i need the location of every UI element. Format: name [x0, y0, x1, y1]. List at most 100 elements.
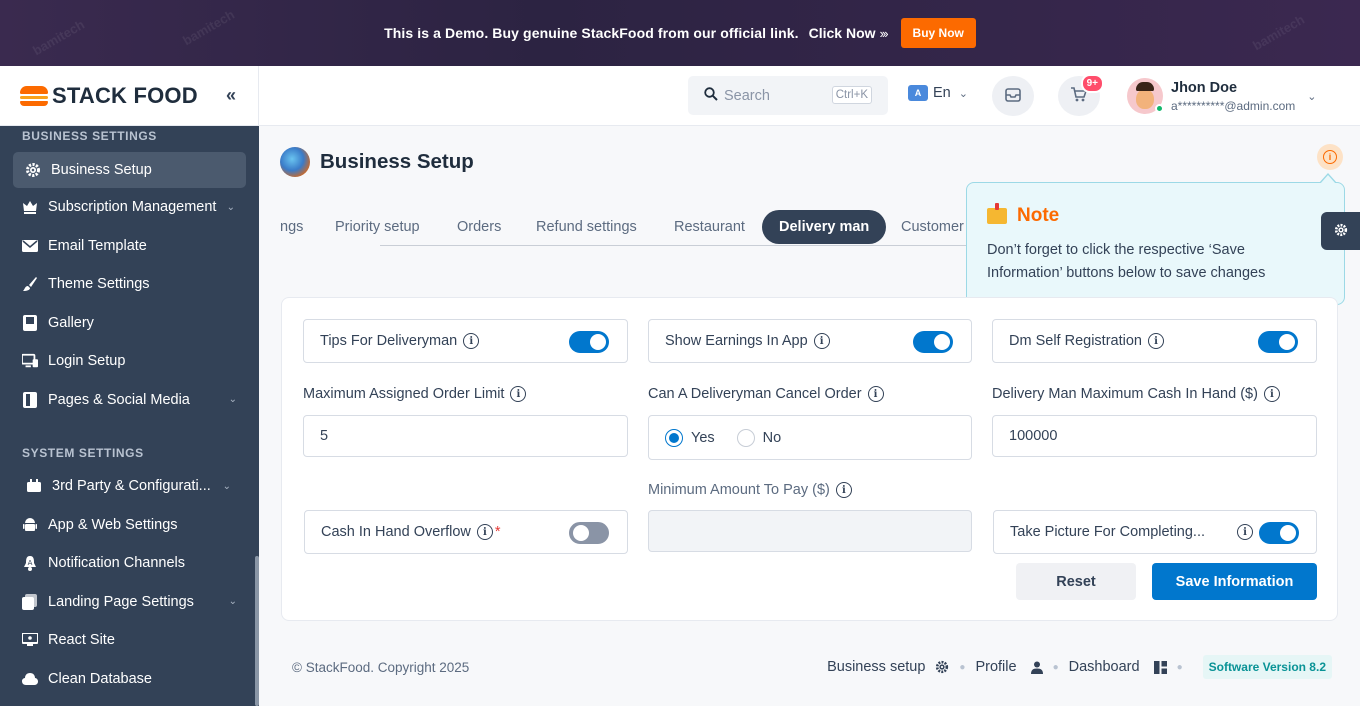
language-selector[interactable]: A En ⌄ — [908, 85, 968, 101]
tips-for-deliveryman-toggle[interactable] — [569, 331, 609, 353]
brand-name: STACK FOOD — [52, 82, 198, 108]
info-icon[interactable]: i — [476, 524, 493, 540]
cancel-no-radio[interactable]: No — [736, 428, 781, 447]
sidebar-item-notification-channels[interactable]: A Notification Channels — [0, 544, 259, 583]
info-icon[interactable]: i — [1147, 333, 1164, 349]
gear-icon — [1334, 223, 1348, 240]
sidebar-item-label: Login Setup — [48, 353, 126, 370]
sidebar-item-label: Subscription Management — [48, 199, 217, 216]
chevron-down-icon: ⌄ — [226, 201, 235, 213]
tab-refund-settings[interactable]: Refund settings — [536, 210, 637, 244]
field-label: Tips For Deliveryman — [320, 333, 458, 349]
sidebar-item-login-setup[interactable]: Login Setup — [0, 342, 259, 381]
sidebar-item-app-web-settings[interactable]: App & Web Settings — [0, 506, 259, 545]
sidebar-item-label: Landing Page Settings — [48, 593, 194, 610]
sidebar-item-clean-database[interactable]: Clean Database — [0, 660, 259, 699]
tab-settings-partial[interactable]: ngs — [280, 210, 303, 244]
page-title: Business Setup — [320, 150, 474, 173]
tab-delivery-man[interactable]: Delivery man — [762, 210, 887, 244]
info-icon[interactable]: i — [813, 333, 830, 349]
sidebar-item-react-site[interactable]: React Site — [0, 621, 259, 660]
footer-link-business-setup[interactable]: Business setup — [827, 659, 949, 675]
reset-button[interactable]: Reset — [1016, 563, 1136, 600]
take-picture-toggle[interactable] — [1259, 522, 1299, 544]
tab-restaurant[interactable]: Restaurant — [674, 210, 745, 244]
sidebar-item-business-setup[interactable]: Business Setup — [13, 152, 246, 188]
sidebar-item-label: Email Template — [48, 237, 147, 254]
dm-self-registration-toggle[interactable] — [1258, 331, 1298, 353]
brush-icon — [22, 276, 38, 292]
separator-dot: ● — [959, 661, 966, 673]
tab-orders[interactable]: Orders — [457, 210, 501, 244]
messages-button[interactable] — [992, 76, 1034, 116]
tabs-scroll-track[interactable] — [380, 245, 970, 246]
gear-icon — [935, 660, 949, 674]
cart-button[interactable]: 9+ — [1058, 74, 1104, 116]
cash-in-hand-input[interactable]: 100000 — [992, 415, 1317, 457]
sidebar-item-label: 3rd Party & Configurati... — [52, 478, 211, 495]
max-order-input[interactable]: 5 — [303, 415, 628, 457]
sidebar-item-label: App & Web Settings — [48, 516, 178, 533]
profile-menu[interactable]: Jhon Doe a**********@admin.com ⌄ — [1127, 78, 1316, 114]
note-toggle-button[interactable]: i — [1317, 144, 1343, 170]
settings-tabs: ngs Priority setup Orders Refund setting… — [280, 210, 970, 246]
settings-side-button[interactable] — [1321, 212, 1360, 250]
user-email: a**********@admin.com — [1171, 98, 1296, 113]
cancel-yes-radio[interactable]: Yes — [665, 428, 715, 447]
footer-link-profile[interactable]: Profile — [975, 659, 1043, 675]
email-icon — [22, 238, 38, 254]
sidebar-item-gallery[interactable]: Gallery — [0, 304, 259, 343]
banner-text: This is a Demo. Buy genuine StackFood fr… — [384, 25, 799, 41]
cancel-order-label: Can A Deliveryman Cancel Order i — [648, 386, 884, 402]
info-icon[interactable]: i — [835, 482, 852, 498]
info-icon[interactable]: i — [1263, 386, 1280, 402]
chevron-down-icon: ⌄ — [1307, 90, 1317, 103]
message-icon — [1005, 87, 1021, 105]
software-version-badge: Software Version 8.2 — [1202, 655, 1332, 679]
footer-link-dashboard[interactable]: Dashboard — [1069, 659, 1167, 675]
copyright: © StackFood. Copyright 2025 — [292, 659, 470, 675]
radio-unchecked-icon — [736, 428, 755, 447]
cash-in-hand-label: Delivery Man Maximum Cash In Hand ($) i — [992, 386, 1280, 402]
field-label: Dm Self Registration — [1009, 333, 1142, 349]
sidebar-scrollbar[interactable] — [255, 556, 259, 706]
react-icon — [22, 632, 38, 648]
plugin-icon — [26, 478, 42, 494]
tab-priority-setup[interactable]: Priority setup — [335, 210, 420, 244]
tab-customer[interactable]: Customer — [901, 210, 964, 244]
user-name: Jhon Doe — [1171, 79, 1238, 96]
footer-link-label: Dashboard — [1068, 659, 1140, 675]
sidebar-item-landing-page-settings[interactable]: Landing Page Settings ⌄ — [0, 583, 259, 622]
info-icon[interactable]: i — [1237, 524, 1253, 540]
cart-badge: 9+ — [1080, 74, 1104, 93]
chevron-down-icon: ⌄ — [222, 480, 231, 492]
save-information-button[interactable]: Save Information — [1152, 563, 1317, 600]
info-icon[interactable]: i — [510, 386, 527, 402]
avatar — [1127, 78, 1164, 114]
translate-flag-icon: A — [908, 85, 928, 101]
footer-link-label: Profile — [975, 659, 1017, 675]
cancel-order-radio-group: Yes No — [648, 415, 972, 460]
cash-overflow-toggle[interactable] — [569, 522, 609, 544]
sidebar-item-email-template[interactable]: Email Template — [0, 227, 259, 266]
field-label: Take Picture For Completing... — [1010, 524, 1206, 540]
sidebar-item-third-party[interactable]: 3rd Party & Configurati... ⌄ — [0, 467, 259, 506]
info-icon[interactable]: i — [867, 386, 884, 402]
info-icon[interactable]: i — [463, 333, 480, 349]
min-pay-input[interactable] — [648, 510, 972, 552]
gallery-icon — [22, 314, 38, 331]
buy-now-button[interactable]: Buy Now — [900, 18, 976, 48]
sidebar-item-pages-social-media[interactable]: Pages & Social Media ⌄ — [0, 381, 259, 420]
android-icon — [22, 517, 38, 533]
sidebar-item-label: Clean Database — [48, 670, 152, 687]
sidebar-item-subscription-management[interactable]: Subscription Management ⌄ — [0, 188, 259, 227]
show-earnings-toggle[interactable] — [913, 331, 953, 353]
max-order-label: Maximum Assigned Order Limit i — [303, 386, 527, 402]
search-input[interactable] — [724, 87, 834, 104]
sidebar-collapse-button[interactable]: « — [226, 85, 236, 106]
banner-click-now-link[interactable]: Click Now — [809, 25, 876, 41]
sidebar-item-theme-settings[interactable]: Theme Settings — [0, 265, 259, 304]
chevron-down-icon: ⌄ — [958, 87, 968, 100]
search-box[interactable]: Ctrl+K — [688, 76, 888, 115]
database-icon — [22, 671, 38, 687]
